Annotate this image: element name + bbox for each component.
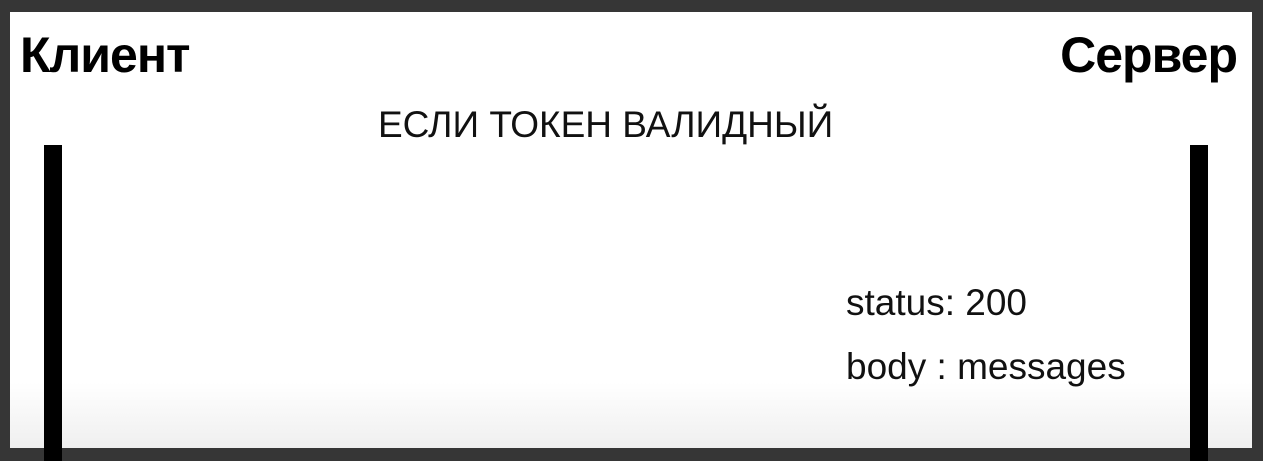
- response-status: status: 200: [846, 282, 1028, 323]
- condition-text: ЕСЛИ ТОКЕН ВАЛИДНЫЙ: [378, 104, 834, 145]
- client-label: Клиент: [20, 27, 191, 83]
- server-lifeline: [1190, 145, 1208, 461]
- server-label: Сервер: [1060, 27, 1238, 83]
- client-lifeline: [44, 145, 62, 461]
- response-body: body : messages: [846, 346, 1126, 387]
